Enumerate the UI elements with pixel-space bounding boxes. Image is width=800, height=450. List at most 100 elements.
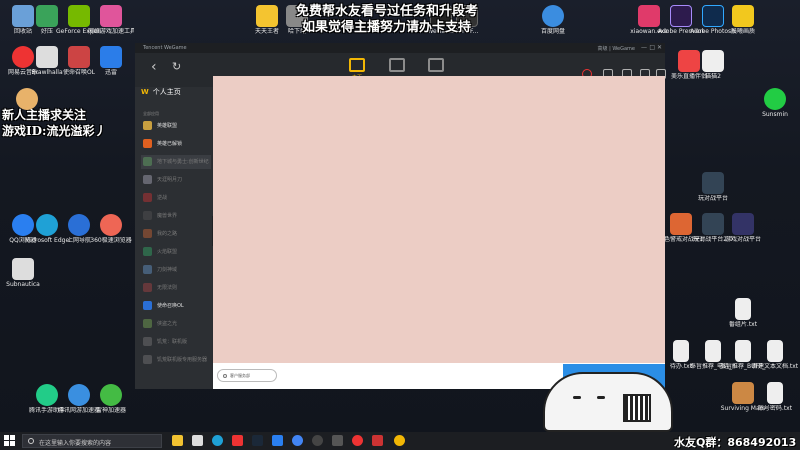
game-icon <box>143 139 152 148</box>
text-file-icon <box>705 340 721 362</box>
windows-start-icon[interactable] <box>4 435 15 446</box>
mascot-eye <box>597 396 605 399</box>
game-icon <box>143 301 152 310</box>
text-file-icon <box>767 340 783 362</box>
video-icon <box>428 58 444 72</box>
mascot-sticker <box>4 88 50 110</box>
back-icon[interactable]: ‹ <box>151 59 157 75</box>
text-file-icon <box>673 340 689 362</box>
taskbar-search-box[interactable]: 在这里输入你要搜索的内容 <box>22 434 162 448</box>
wegame-window: Tencent WeGame 高级 | WeGame — □ ✕ ‹ ↻ 主页 … <box>135 43 666 389</box>
task-view-icon[interactable] <box>192 435 203 446</box>
file-icon <box>12 258 34 280</box>
sidebar-item-ring-of-elysium[interactable]: 无限法则 <box>141 281 211 295</box>
sidebar-item-codol[interactable]: 使命召唤OL <box>141 299 211 313</box>
file-explorer-icon[interactable] <box>172 435 183 446</box>
game-icon <box>143 211 152 220</box>
streamer-mascot <box>543 372 673 432</box>
desktop-icon-new-text[interactable]: 新建文本文档.txt <box>752 340 798 371</box>
refresh-icon[interactable]: ↻ <box>172 60 181 73</box>
desktop-icon-leishen[interactable]: 雷神加速器 <box>88 384 134 415</box>
sidebar-item-fire-league[interactable]: 火焰联盟 <box>141 245 211 259</box>
desktop-icon-fanzupian[interactable]: 番组片.txt <box>720 298 766 329</box>
game-icon <box>143 355 152 364</box>
overlay-line-2: 如果觉得主播努力请办卡支持 <box>302 20 472 35</box>
app-icon[interactable] <box>332 435 343 446</box>
sidebar-item-dont-starve[interactable]: 饥荒：联机版 <box>141 335 211 349</box>
sidebar-item-lol[interactable]: 英雄联盟 <box>141 119 211 133</box>
home-icon <box>349 58 365 72</box>
game-icon <box>143 175 152 184</box>
file-icon <box>36 46 58 68</box>
desktop-icon-360-browser[interactable]: 360极速浏览器 <box>88 214 134 245</box>
desktop-icon-game-platform[interactable]: 游戏对战平台 <box>720 213 766 244</box>
obs-icon[interactable] <box>312 435 323 446</box>
app-icon[interactable] <box>272 435 283 446</box>
minimize-icon[interactable]: — <box>641 44 647 51</box>
360-browser-icon <box>100 214 122 236</box>
customer-service-icon <box>223 374 227 378</box>
sidebar-section-title: 全部应用 <box>143 111 159 116</box>
tab-video[interactable] <box>421 58 451 72</box>
game-icon <box>143 283 152 292</box>
window-titlebar: Tencent WeGame 高级 | WeGame — □ ✕ <box>135 43 665 53</box>
tab-library[interactable] <box>382 58 412 72</box>
sidebar-item-wow[interactable]: 魔兽世界 <box>141 209 211 223</box>
mobile-assistant-icon <box>36 384 58 406</box>
netease-music-icon[interactable] <box>352 435 363 446</box>
close-icon[interactable]: ✕ <box>657 44 662 51</box>
premiere-icon <box>670 5 692 27</box>
app-icon[interactable] <box>372 435 383 446</box>
chrome-icon[interactable] <box>292 435 303 446</box>
wegame-logo: W <box>141 88 149 96</box>
leishen-icon <box>100 384 122 406</box>
sidebar-item-dst-server[interactable]: 饥荒联机版专用服务器 <box>141 353 211 367</box>
desktop-icon-maomao2[interactable]: 猫猫2 <box>690 50 736 81</box>
sunsmin-icon <box>764 88 786 110</box>
window-title: Tencent WeGame <box>143 45 187 51</box>
window-right-title: 高级 | WeGame <box>597 46 635 52</box>
desktop-icon-accelerator-tool[interactable]: 网络游戏加速工具 <box>88 5 134 36</box>
search-icon <box>28 438 34 444</box>
sidebar-profile[interactable]: W 个人主页 <box>141 87 181 97</box>
app-icon[interactable] <box>232 435 243 446</box>
desktop-icon-xunlei[interactable]: 迅雷 <box>88 46 134 77</box>
sidebar-item-tianya[interactable]: 天涯明月刀 <box>141 173 211 187</box>
steam-icon[interactable] <box>252 435 263 446</box>
ie-icon <box>68 214 90 236</box>
haozip-icon <box>36 5 58 27</box>
desktop-icon-sunsmin[interactable]: Sunsmin <box>752 88 798 119</box>
game-icon <box>143 247 152 256</box>
desktop-icon-chenxi[interactable]: 晨曦画质 <box>720 5 766 36</box>
edge-icon[interactable] <box>212 435 223 446</box>
game-platform-icon <box>732 213 754 235</box>
desktop-icon-baidu-netdisk[interactable]: 百度网盘 <box>530 5 576 36</box>
game-icon <box>143 319 152 328</box>
sidebar-item-hero-unlocked[interactable]: 英雄已解锁 <box>141 137 211 151</box>
sidebar-item-xiadao[interactable]: 侠盗之光 <box>141 317 211 331</box>
sidebar-item-sao[interactable]: 刀剑神域 <box>141 263 211 277</box>
wegame-taskbar-icon[interactable] <box>394 435 405 446</box>
customer-service-button[interactable]: 客户服务部 <box>217 369 277 382</box>
library-icon <box>389 58 405 72</box>
maximize-icon[interactable]: □ <box>649 44 655 51</box>
sidebar-item-wodezhilu[interactable]: 我的之路 <box>141 227 211 241</box>
qq-group-text: 水友Q群：868492013 <box>674 436 797 449</box>
main-content-area <box>213 76 665 363</box>
file-icon <box>702 50 724 72</box>
xunlei-icon <box>100 46 122 68</box>
text-file-icon <box>735 298 751 320</box>
surviving-mars-icon <box>732 382 754 404</box>
desktop-icon-duizhan[interactable]: 玩对战平台 <box>690 172 736 203</box>
mascot-eye <box>573 396 581 399</box>
cat-icon <box>16 88 38 110</box>
geforce-icon <box>68 5 90 27</box>
sidebar-item-nizhan[interactable]: 逆战 <box>141 191 211 205</box>
sidebar-item-dnf[interactable]: 地下城与勇士:创新世纪 <box>141 155 211 169</box>
game-icon <box>143 193 152 202</box>
desktop-icon-subnautica[interactable]: Subnautica <box>0 258 46 289</box>
game-icon <box>143 157 152 166</box>
desktop-icon-account-pwd[interactable]: 账号密码.txt <box>752 382 798 413</box>
search-placeholder: 在这里输入你要搜索的内容 <box>39 440 112 447</box>
overlay-left-2: 游戏ID:流光溢彩丿 <box>2 124 107 138</box>
